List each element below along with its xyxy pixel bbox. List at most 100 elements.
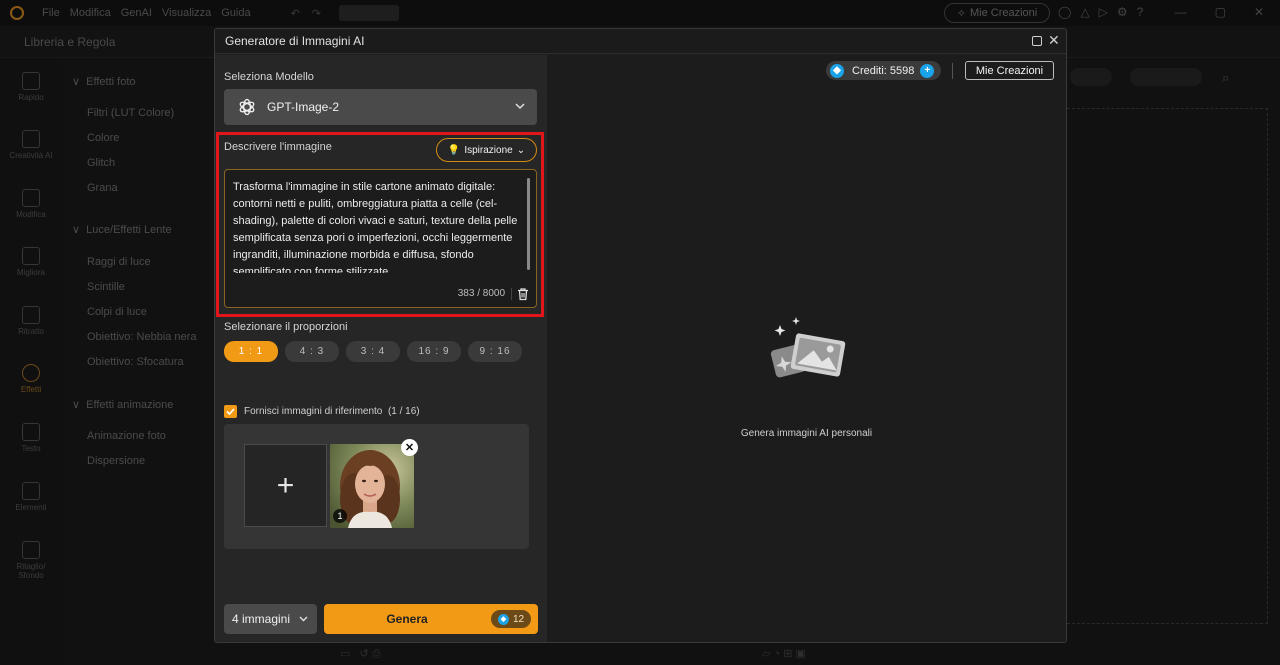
rail-item-modifica[interactable]: Modifica xyxy=(0,189,62,219)
section-luce[interactable]: ∨ Luce/Effetti Lente xyxy=(72,223,172,236)
panel-item[interactable]: Grana xyxy=(87,182,118,194)
menu-genai[interactable]: GenAI xyxy=(121,7,152,19)
rail-item-creativita[interactable]: Creatività AI xyxy=(0,130,62,160)
gear-icon[interactable]: ⚙ xyxy=(1117,5,1128,19)
chevron-down-icon xyxy=(299,616,308,622)
add-credits-icon[interactable]: + xyxy=(920,63,935,78)
section-animazione[interactable]: ∨ Effetti animazione xyxy=(72,398,173,411)
preview-column: ◆ Crediti: 5598 + Mie Creazioni Genera i… xyxy=(547,55,1066,642)
panel-item[interactable]: Colpi di luce xyxy=(87,306,147,318)
divider xyxy=(952,63,953,79)
maximize-icon[interactable] xyxy=(1032,36,1042,46)
reference-label: Fornisci immagini di riferimento (1 / 16… xyxy=(244,406,420,417)
top-icon-group: ◯ △ ▷ ⚙ ? xyxy=(1058,5,1143,19)
reference-checkbox[interactable] xyxy=(224,405,237,418)
divider xyxy=(511,288,512,300)
menu-guida[interactable]: Guida xyxy=(221,7,250,19)
app-logo-icon xyxy=(10,6,24,20)
chevron-down-icon: ⌄ xyxy=(516,144,526,156)
section-effetti-foto[interactable]: ∨ Effetti foto xyxy=(72,75,136,88)
section-title: Effetti animazione xyxy=(86,399,174,411)
panel-item[interactable]: Animazione foto xyxy=(87,430,166,442)
bell-icon[interactable]: △ xyxy=(1080,5,1089,19)
bottom-toolbar-icons: ▭ ↺ ⎙ xyxy=(340,648,381,660)
enhance-icon xyxy=(22,247,40,265)
generate-cost-badge: ◆ 12 xyxy=(491,610,531,628)
panel-item[interactable]: Raggi di luce xyxy=(87,256,151,268)
reference-count: (1 / 16) xyxy=(387,406,420,417)
remove-reference-icon[interactable]: ✕ xyxy=(401,439,418,456)
ratio-label: Selezionare il proporzioni xyxy=(224,321,348,333)
share-icon[interactable]: ▷ xyxy=(1099,5,1108,19)
prompt-textarea[interactable]: Trasforma l'immagine in stile cartone an… xyxy=(224,169,537,308)
my-creations-button[interactable]: Mie Creazioni xyxy=(965,61,1054,80)
rail-item-ritratto[interactable]: Ritratto xyxy=(0,306,62,336)
chevron-down-icon xyxy=(515,103,525,110)
trash-icon[interactable] xyxy=(516,287,530,301)
inspiration-button[interactable]: 💡 Ispirazione ⌄ xyxy=(436,138,537,162)
model-dropdown[interactable]: GPT-Image-2 xyxy=(224,89,537,125)
panel-item[interactable]: Dispersione xyxy=(87,455,145,467)
image-count-value: 4 immagini xyxy=(232,612,291,626)
credit-coin-icon: ◆ xyxy=(830,63,844,78)
prompt-scrollbar[interactable] xyxy=(527,178,530,270)
top-my-creations-button[interactable]: ✧ Mie Creazioni xyxy=(944,3,1050,23)
rail-item-testo[interactable]: Testo xyxy=(0,423,62,453)
panel-item[interactable]: Colore xyxy=(87,132,119,144)
ratio-3-4[interactable]: 3 : 4 xyxy=(346,341,400,362)
rail-item-ritaglio[interactable]: Ritaglio/ Sfondo xyxy=(0,541,62,580)
minimize-icon[interactable]: — xyxy=(1175,5,1187,19)
left-rail: Rapido Creatività AI Modifica Migliora R… xyxy=(0,58,62,665)
panel-item[interactable]: Obiettivo: Nebbia nera xyxy=(87,331,196,343)
window-close-icon[interactable]: ✕ xyxy=(1254,5,1264,19)
dialog-title: Generatore di Immagini AI xyxy=(225,34,365,48)
window-controls: — ▢ ✕ xyxy=(1175,5,1264,19)
rail-label: Creatività AI xyxy=(9,151,53,160)
credit-coin-icon: ◆ xyxy=(497,613,509,625)
rail-item-rapido[interactable]: Rapido xyxy=(0,72,62,102)
panel-item[interactable]: Obiettivo: Sfocatura xyxy=(87,356,184,368)
close-icon[interactable]: ✕ xyxy=(1048,32,1060,49)
rail-item-elementi[interactable]: Elementi xyxy=(0,482,62,512)
model-label: Seleziona Modello xyxy=(224,71,314,83)
rail-label: Effetti xyxy=(20,385,42,394)
ratio-1-1[interactable]: 1 : 1 xyxy=(224,341,278,362)
menu-modifica[interactable]: Modifica xyxy=(70,7,111,19)
ratio-16-9[interactable]: 16 : 9 xyxy=(407,341,461,362)
menu-file[interactable]: File xyxy=(42,7,60,19)
panel-item[interactable]: Glitch xyxy=(87,157,115,169)
image-count-dropdown[interactable]: 4 immagini xyxy=(224,604,317,634)
inspiration-label: Ispirazione xyxy=(464,144,513,156)
generate-button[interactable]: Genera ◆ 12 xyxy=(324,604,538,634)
canvas-area xyxy=(1067,108,1268,624)
undo-redo-icons[interactable]: ↶↷ xyxy=(291,7,333,20)
rail-item-migliora[interactable]: Migliora xyxy=(0,247,62,277)
restore-icon[interactable]: ▢ xyxy=(1215,5,1226,19)
credits-label: Crediti: 5598 xyxy=(852,64,915,77)
crop-background-icon xyxy=(22,541,40,559)
add-reference-button[interactable]: + xyxy=(244,444,327,527)
openai-icon xyxy=(239,98,255,116)
rail-label: Elementi xyxy=(15,503,47,512)
reference-index-badge: 1 xyxy=(333,509,347,523)
reference-thumbnail[interactable]: 1 xyxy=(330,444,414,528)
rail-item-effetti[interactable]: Effetti xyxy=(0,364,62,394)
section-title: Luce/Effetti Lente xyxy=(86,224,172,236)
model-value: GPT-Image-2 xyxy=(267,100,340,114)
library-tab[interactable]: Libreria e Regola xyxy=(24,35,115,49)
elements-icon xyxy=(22,482,40,500)
bg-toolbar-chip xyxy=(1070,68,1112,86)
menu-visualizza[interactable]: Visualizza xyxy=(162,7,211,19)
help-icon[interactable]: ? xyxy=(1137,5,1144,19)
ratio-9-16[interactable]: 9 : 16 xyxy=(468,341,522,362)
plus-icon: + xyxy=(276,468,295,502)
top-my-creations-label: Mie Creazioni xyxy=(969,7,1038,19)
text-icon xyxy=(22,423,40,441)
panel-item[interactable]: Filtri (LUT Colore) xyxy=(87,107,174,119)
rail-label: Testo xyxy=(21,444,41,453)
account-icon[interactable]: ◯ xyxy=(1058,5,1071,19)
settings-column: Seleziona Modello GPT-Image-2 Descrivere… xyxy=(215,55,547,642)
generate-label: Genera xyxy=(386,612,428,626)
ratio-4-3[interactable]: 4 : 3 xyxy=(285,341,339,362)
panel-item[interactable]: Scintille xyxy=(87,281,125,293)
